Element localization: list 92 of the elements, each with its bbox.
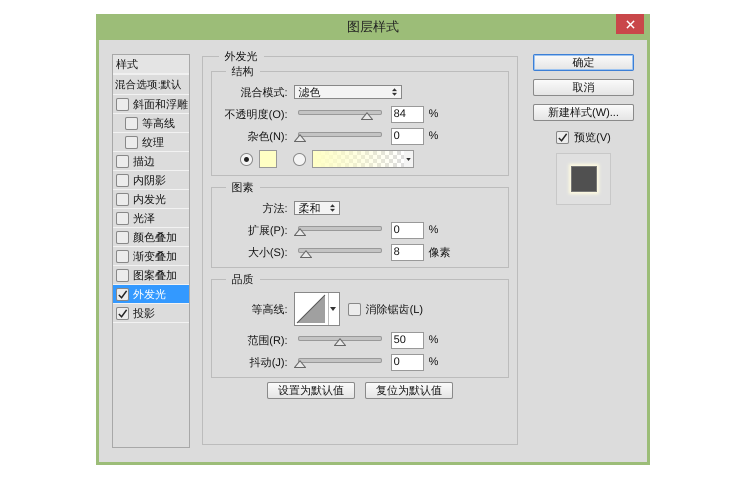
item-label: 等高线 (142, 116, 175, 130)
checkbox[interactable] (116, 192, 129, 206)
checkbox[interactable] (116, 212, 129, 224)
checkbox[interactable] (116, 154, 129, 168)
checkbox[interactable] (116, 250, 129, 262)
radio-button[interactable] (240, 152, 253, 166)
slider-thumb[interactable] (294, 134, 306, 142)
field-label: 大小(S): (246, 246, 289, 260)
field-label: 杂色(N): (246, 130, 289, 144)
field-label: 扩展(P): (246, 224, 289, 238)
item-label: 颜色叠加 (133, 230, 177, 244)
updown-icon (330, 204, 335, 212)
sidebar-item[interactable]: 等高线 (113, 114, 189, 133)
slider-thumb[interactable] (294, 360, 306, 368)
unit-label: % (428, 356, 438, 368)
checkbox[interactable] (348, 302, 361, 316)
field-label: 范围(R): (246, 334, 289, 348)
sidebar-item[interactable]: 渐变叠加 (113, 247, 189, 266)
sidebar-item[interactable]: 描边 (113, 152, 189, 171)
sidebar-item[interactable]: 内阴影 (113, 171, 189, 190)
gradient-picker[interactable] (312, 150, 414, 168)
contour-curve-icon (296, 294, 326, 324)
updown-icon (392, 88, 397, 96)
unit-label: % (428, 108, 438, 120)
panel-title: 外发光 (224, 50, 259, 64)
action-button[interactable]: 新建样式(W)... (533, 104, 634, 121)
value-field[interactable]: 8 (390, 244, 424, 260)
item-label: 描边 (133, 154, 155, 168)
group-title: 图素 (230, 180, 255, 195)
item-label: 光泽 (133, 212, 155, 226)
sidebar-item[interactable]: 光泽 (113, 209, 189, 228)
field-label: 混合模式: (240, 86, 289, 100)
item-label: 内阴影 (133, 174, 166, 188)
item-label: 外发光 (133, 288, 166, 302)
color-swatch[interactable] (258, 150, 277, 168)
checkbox[interactable] (116, 98, 129, 110)
sidebar-item[interactable]: 投影 (113, 304, 189, 323)
value-field[interactable]: 0 (390, 128, 424, 144)
caret-icon (328, 293, 337, 325)
checkbox[interactable] (116, 288, 129, 300)
item-label: 渐变叠加 (133, 250, 177, 264)
checkbox[interactable] (116, 306, 129, 320)
sidebar-item[interactable]: 斜面和浮雕 (113, 95, 189, 114)
checkbox[interactable] (556, 131, 570, 144)
default-button[interactable]: 设置为默认值 (266, 382, 355, 399)
item-label: 内发光 (133, 192, 166, 206)
group-title: 品质 (230, 273, 255, 287)
field-label: 等高线: (250, 302, 289, 316)
unit-label: % (428, 334, 438, 346)
field-label: 方法: (262, 202, 289, 216)
item-label: 纹理 (142, 136, 164, 150)
action-button[interactable]: 取消 (533, 79, 634, 96)
value-field[interactable]: 84 (390, 106, 424, 122)
field-label: 抖动(J): (248, 356, 289, 370)
value-field[interactable]: 0 (390, 222, 424, 238)
radio-button[interactable] (292, 152, 306, 166)
unit-label: % (428, 130, 438, 142)
checkbox[interactable] (116, 268, 129, 282)
field-label: 不透明度(O): (224, 108, 289, 122)
unit-label: 像素 (428, 246, 451, 260)
window-title: 图层样式 (347, 18, 399, 36)
checkbox[interactable] (125, 136, 138, 148)
close-icon (626, 20, 634, 28)
dropdown[interactable]: 滤色 (294, 85, 402, 99)
close-button[interactable] (616, 14, 644, 34)
caret-icon (406, 158, 411, 160)
item-label: 图案叠加 (133, 268, 177, 282)
action-button[interactable]: 确定 (533, 54, 634, 71)
sidebar-item[interactable]: 内发光 (113, 190, 189, 209)
checkbox[interactable] (125, 116, 138, 130)
slider-thumb[interactable] (334, 338, 346, 346)
slider-thumb[interactable] (300, 250, 312, 258)
sidebar-item[interactable]: 混合选项:默认 (113, 75, 189, 95)
sidebar-header: 样式 (113, 55, 189, 75)
default-button[interactable]: 复位为默认值 (364, 382, 453, 399)
checkbox[interactable] (116, 174, 129, 186)
item-label: 投影 (133, 306, 155, 320)
unit-label: % (428, 224, 438, 236)
checkbox[interactable] (116, 230, 129, 244)
checkbox-label: 预览(V) (574, 131, 611, 145)
sidebar-item[interactable]: 纹理 (113, 133, 189, 152)
value-field[interactable]: 50 (390, 332, 424, 348)
item-label: 斜面和浮雕 (133, 98, 188, 112)
sidebar-item[interactable]: 颜色叠加 (113, 228, 189, 247)
slider-thumb[interactable] (360, 112, 373, 120)
value-field[interactable]: 0 (390, 354, 424, 370)
slider-thumb[interactable] (294, 228, 306, 236)
contour-picker[interactable] (294, 292, 340, 326)
preview-thumbnail (556, 153, 611, 205)
checkbox-label: 消除锯齿(L) (366, 302, 424, 316)
dropdown[interactable]: 柔和 (294, 201, 340, 215)
group-title: 结构 (230, 65, 255, 79)
